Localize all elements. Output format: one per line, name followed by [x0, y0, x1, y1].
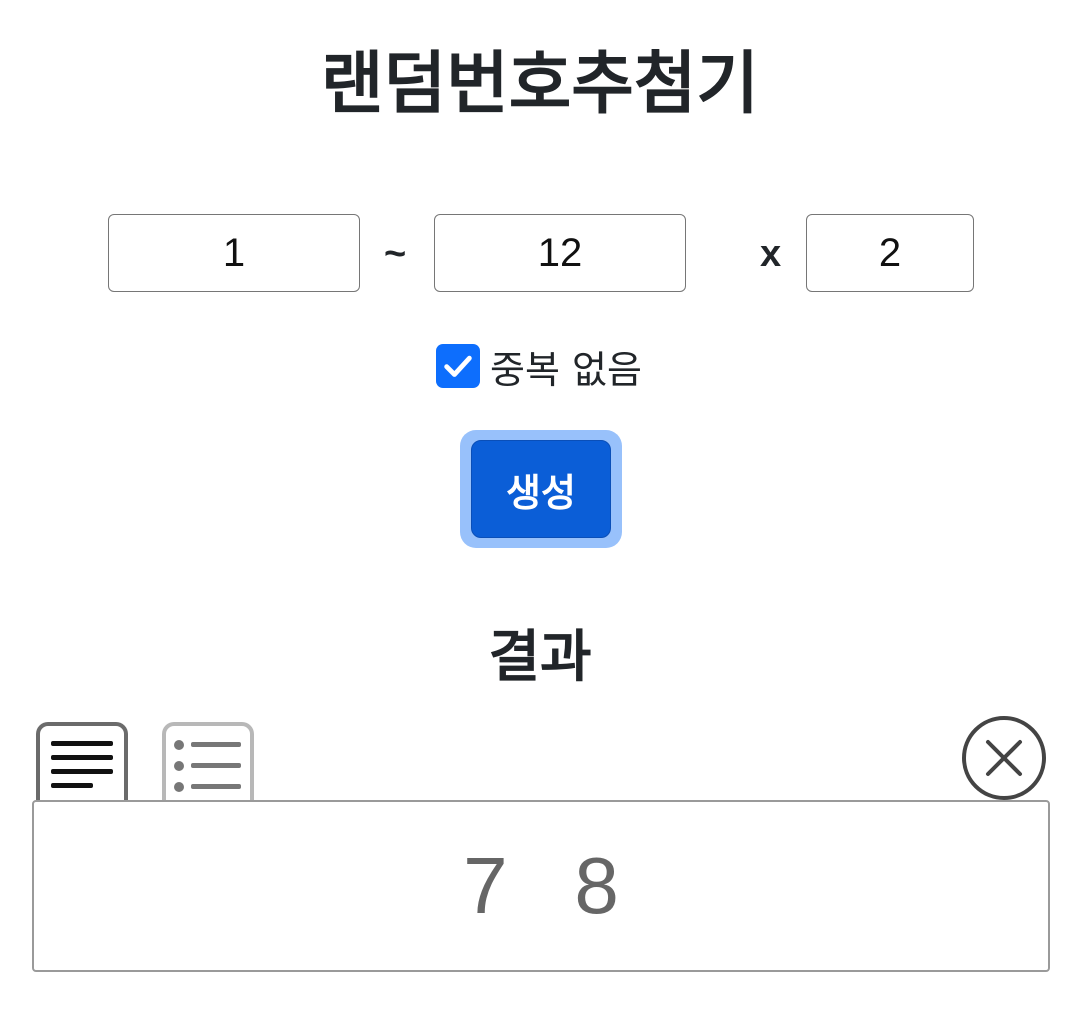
no-duplicate-option[interactable]: 중복 없음 — [436, 336, 642, 396]
checkmark-icon — [444, 355, 472, 377]
range-separator: ~ — [384, 233, 407, 275]
generate-button-focus-ring: 생성 — [460, 430, 622, 548]
result-heading: 결과 — [488, 625, 592, 690]
range-start-input[interactable] — [108, 214, 360, 292]
count-multiplier-label: x — [760, 233, 782, 275]
count-input[interactable] — [806, 214, 974, 292]
no-duplicate-checkbox[interactable] — [436, 344, 480, 388]
close-circle-icon — [986, 740, 1022, 776]
page-title: 랜덤번호추첨기 — [321, 45, 759, 124]
text-view-icon — [51, 741, 113, 788]
clear-result-button[interactable] — [962, 716, 1046, 800]
range-end-input[interactable] — [434, 214, 686, 292]
text-view-tab[interactable] — [36, 722, 128, 806]
no-duplicate-label: 중복 없음 — [490, 347, 642, 392]
list-view-icon — [174, 740, 241, 792]
result-output[interactable]: 7 8 — [32, 800, 1050, 972]
list-view-tab[interactable] — [162, 722, 254, 806]
random-number-picker-page: 랜덤번호추첨기 ~ x 중복 없음 생성 결과 — [0, 0, 1080, 1014]
generate-button[interactable]: 생성 — [471, 440, 611, 538]
